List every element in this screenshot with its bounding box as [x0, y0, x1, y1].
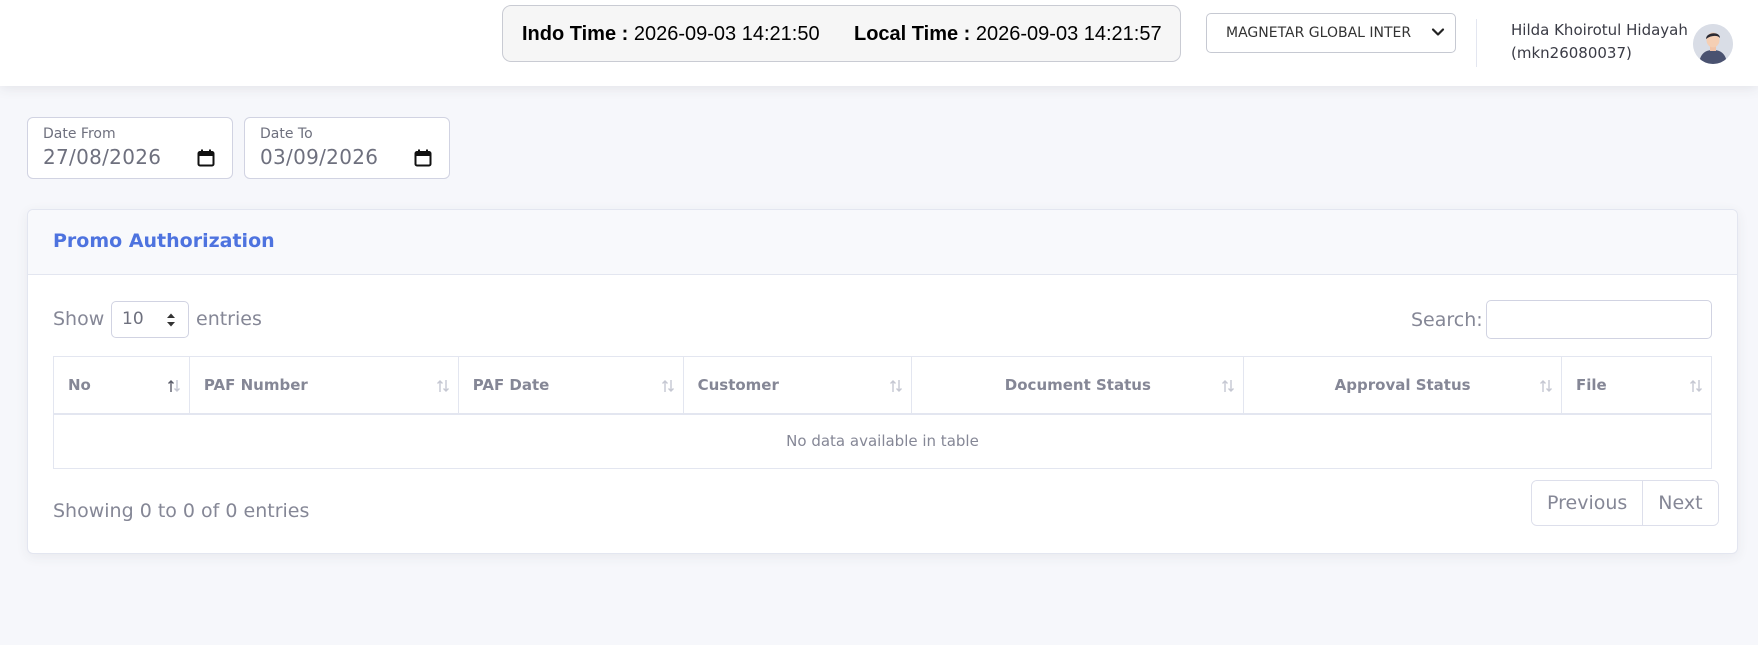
- avatar[interactable]: [1693, 24, 1733, 64]
- local-time-label: Local Time :: [854, 23, 971, 45]
- show-label: Show: [53, 308, 105, 330]
- entries-select[interactable]: 10: [111, 301, 189, 338]
- sort-icon: [1221, 379, 1235, 397]
- user-info[interactable]: Hilda Khoirotul Hidayah (mkn26080037): [1511, 19, 1688, 65]
- sort-icon: [661, 379, 675, 397]
- calendar-icon[interactable]: [414, 149, 432, 171]
- topbar-divider: [1476, 19, 1477, 67]
- card-title: Promo Authorization: [53, 230, 275, 252]
- indo-time-label: Indo Time :: [522, 23, 629, 45]
- table-row: No data available in table: [53, 413, 1712, 469]
- promo-authorization-card: Promo Authorization Show 10 entries Sear…: [27, 209, 1738, 554]
- table-header-row: No PAF Number PAF Date Customer Document…: [53, 356, 1712, 415]
- company-select-value: MAGNETAR GLOBAL INTER: [1226, 25, 1412, 41]
- column-label: PAF Number: [203, 375, 308, 394]
- sort-icon: [1689, 379, 1703, 397]
- company-select[interactable]: MAGNETAR GLOBAL INTER: [1206, 13, 1456, 53]
- search-label: Search:: [1411, 309, 1483, 331]
- sort-icon: [889, 379, 903, 397]
- sort-icon: [166, 312, 176, 333]
- search-input[interactable]: [1486, 300, 1712, 339]
- column-header-paf-number[interactable]: PAF Number: [188, 356, 459, 415]
- column-label: No: [68, 375, 91, 394]
- entries-label: entries: [196, 308, 262, 330]
- entries-select-value: 10: [122, 309, 144, 329]
- date-from-field[interactable]: Date From 27/08/2026: [27, 117, 233, 179]
- column-label: Approval Status: [1334, 375, 1471, 394]
- indo-time-value: 2026-09-03 14:21:50: [633, 23, 820, 45]
- next-button[interactable]: Next: [1642, 481, 1718, 525]
- sort-icon: [167, 379, 181, 397]
- user-name: Hilda Khoirotul Hidayah: [1511, 21, 1688, 39]
- column-label: PAF Date: [472, 375, 550, 394]
- clock-panel: Indo Time : 2026-09-03 14:21:50 Local Ti…: [502, 5, 1181, 62]
- column-header-approval-status[interactable]: Approval Status: [1243, 356, 1563, 415]
- column-header-no[interactable]: No: [53, 356, 190, 415]
- date-to-value: 03/09/2026: [260, 145, 379, 169]
- local-time-value: 2026-09-03 14:21:57: [975, 23, 1162, 45]
- top-navbar: Indo Time : 2026-09-03 14:21:50 Local Ti…: [0, 0, 1758, 86]
- chevron-down-icon: [1431, 25, 1445, 43]
- sort-icon: [1539, 379, 1553, 397]
- date-to-label: Date To: [260, 126, 313, 142]
- calendar-icon[interactable]: [197, 149, 215, 171]
- user-id: (mkn26080037): [1511, 44, 1632, 62]
- column-header-document-status[interactable]: Document Status: [911, 356, 1245, 415]
- column-label: Customer: [697, 375, 779, 394]
- date-to-field[interactable]: Date To 03/09/2026: [244, 117, 450, 179]
- local-time: Local Time : 2026-09-03 14:21:57: [854, 23, 1162, 46]
- previous-button[interactable]: Previous: [1532, 481, 1643, 525]
- column-label: Document Status: [1004, 375, 1151, 394]
- column-header-customer[interactable]: Customer: [682, 356, 913, 415]
- column-label: File: [1576, 375, 1607, 394]
- column-header-file[interactable]: File: [1561, 356, 1712, 415]
- date-from-value: 27/08/2026: [43, 145, 162, 169]
- empty-table-message: No data available in table: [53, 413, 1712, 469]
- card-header: Promo Authorization: [28, 210, 1737, 275]
- table-info: Showing 0 to 0 of 0 entries: [53, 500, 310, 522]
- date-from-label: Date From: [43, 126, 116, 142]
- pagination: Previous Next: [1531, 480, 1719, 526]
- sort-icon: [436, 379, 450, 397]
- column-header-paf-date[interactable]: PAF Date: [457, 356, 684, 415]
- promo-table: No PAF Number PAF Date Customer Document…: [53, 356, 1712, 469]
- indo-time: Indo Time : 2026-09-03 14:21:50: [522, 23, 820, 46]
